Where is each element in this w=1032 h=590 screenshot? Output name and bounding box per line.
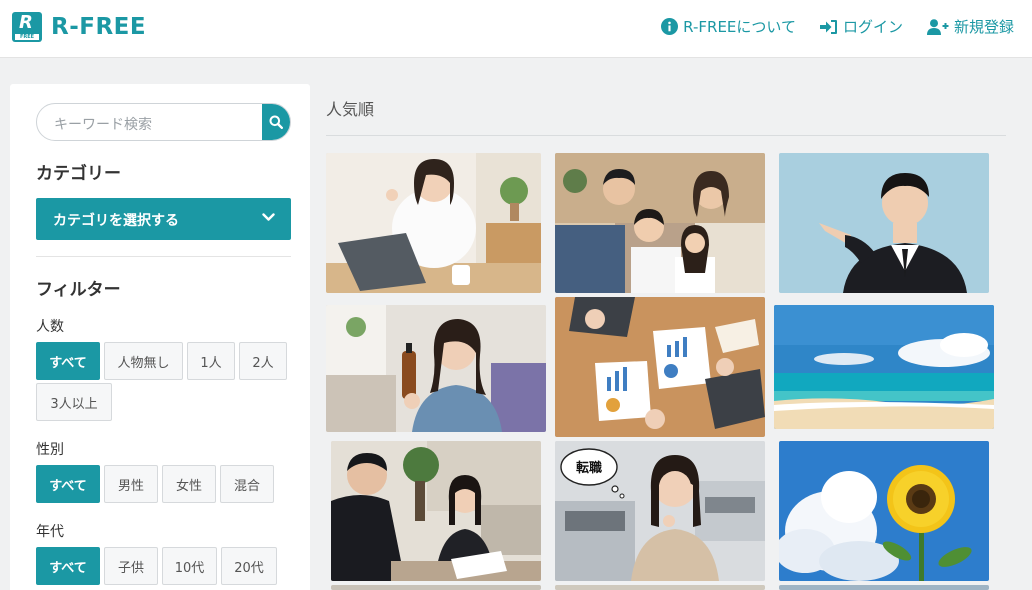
photo-beach[interactable] xyxy=(774,305,994,429)
search-box[interactable]: キーワード検索 xyxy=(36,103,291,141)
age-chip-kids[interactable]: 子供 xyxy=(104,547,158,585)
people-chip-none[interactable]: 人物無し xyxy=(104,342,183,380)
speech-bubble-text: 転職 xyxy=(576,460,602,476)
sign-in-icon xyxy=(819,19,837,34)
photo-business-meeting[interactable] xyxy=(331,441,541,581)
search-input[interactable]: キーワード検索 xyxy=(54,114,152,134)
photo-image xyxy=(555,297,765,437)
divider xyxy=(36,256,291,257)
signup-label: 新規登録 xyxy=(953,18,1014,36)
photo-sunflower[interactable] xyxy=(779,441,989,581)
login-link[interactable]: ログイン xyxy=(819,16,903,37)
people-chip-three-plus[interactable]: 3人以上 xyxy=(36,383,112,421)
login-label: ログイン xyxy=(842,18,903,36)
photo-image xyxy=(555,585,765,590)
age-filter-label: 年代 xyxy=(36,524,64,540)
age-chip-twenties[interactable]: 20代 xyxy=(221,547,277,585)
photo-image xyxy=(779,441,989,581)
info-icon xyxy=(661,18,679,35)
brand-name: R-FREE xyxy=(51,14,147,40)
photo-partial[interactable] xyxy=(779,585,989,590)
photo-image xyxy=(779,153,989,293)
search-button[interactable] xyxy=(262,104,290,140)
chevron-down-icon xyxy=(262,213,275,221)
category-select[interactable]: カテゴリを選択する xyxy=(36,198,291,240)
sidebar: キーワード検索 カテゴリー カテゴリを選択する フィルター 人数 すべて 人物無… xyxy=(10,84,310,590)
photo-image xyxy=(779,585,989,590)
gender-filter-label: 性別 xyxy=(36,442,64,458)
user-plus-icon xyxy=(926,18,949,35)
category-select-label: カテゴリを選択する xyxy=(53,213,179,229)
logo-mark: R FREE xyxy=(12,12,42,42)
photo-image xyxy=(326,153,541,293)
photo-woman-laptop-ok[interactable] xyxy=(326,153,541,293)
photo-woman-bottle[interactable] xyxy=(326,305,546,432)
logo-sub: FREE xyxy=(15,34,39,40)
photo-image xyxy=(774,305,994,429)
photo-partial[interactable] xyxy=(555,585,765,590)
photo-business-charts[interactable] xyxy=(555,297,765,437)
people-chip-one[interactable]: 1人 xyxy=(187,342,235,380)
divider xyxy=(326,135,1006,136)
logo-letter: R xyxy=(19,12,33,33)
people-chip-two[interactable]: 2人 xyxy=(239,342,287,380)
photo-image: 転職 xyxy=(555,441,765,581)
age-chip-all[interactable]: すべて xyxy=(36,547,100,585)
age-chip-teens[interactable]: 10代 xyxy=(162,547,217,585)
photo-image xyxy=(326,305,546,432)
photo-career-change[interactable]: 転職 xyxy=(555,441,765,581)
filter-heading: フィルター xyxy=(36,280,121,300)
header: R FREE R-FREE R-FREEについて ログイン 新規登録 xyxy=(0,0,1032,58)
photo-image xyxy=(555,153,765,293)
photo-family[interactable] xyxy=(555,153,765,293)
category-heading: カテゴリー xyxy=(36,164,121,184)
gender-chip-female[interactable]: 女性 xyxy=(162,465,216,503)
gender-chip-mixed[interactable]: 混合 xyxy=(220,465,274,503)
photo-partial[interactable] xyxy=(331,585,541,590)
photo-image xyxy=(331,585,541,590)
header-nav: R-FREEについて ログイン 新規登録 xyxy=(637,16,1014,37)
about-label: R-FREEについて xyxy=(683,18,796,36)
people-chip-all[interactable]: すべて xyxy=(36,342,100,380)
photo-businessman-pointing[interactable] xyxy=(779,153,989,293)
photo-image xyxy=(331,441,541,581)
gender-chip-all[interactable]: すべて xyxy=(36,465,100,503)
logo[interactable]: R FREE R-FREE xyxy=(12,12,146,42)
gender-chip-male[interactable]: 男性 xyxy=(104,465,158,503)
page-title: 人気順 xyxy=(326,100,375,119)
search-icon xyxy=(269,115,283,129)
about-link[interactable]: R-FREEについて xyxy=(661,16,796,37)
signup-link[interactable]: 新規登録 xyxy=(926,16,1014,37)
people-filter-label: 人数 xyxy=(36,319,64,335)
